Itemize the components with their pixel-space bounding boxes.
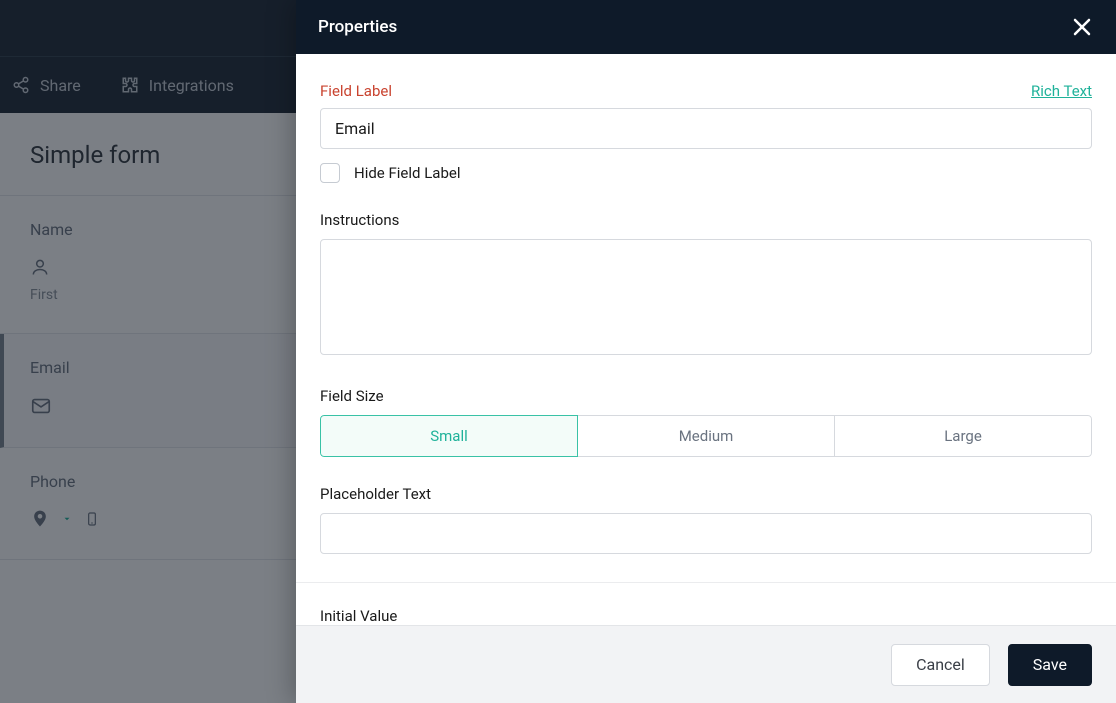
placeholder-label: Placeholder Text bbox=[320, 485, 1092, 503]
size-medium[interactable]: Medium bbox=[577, 415, 835, 457]
size-small[interactable]: Small bbox=[320, 415, 578, 457]
hide-label-checkbox[interactable] bbox=[320, 163, 340, 183]
instructions-label: Instructions bbox=[320, 211, 1092, 229]
initial-value-label: Initial Value bbox=[320, 607, 1092, 625]
cancel-button[interactable]: Cancel bbox=[891, 644, 990, 686]
placeholder-input[interactable] bbox=[320, 513, 1092, 554]
hide-label-text: Hide Field Label bbox=[354, 164, 460, 182]
field-label-heading: Field Label bbox=[320, 82, 392, 100]
panel-footer: Cancel Save bbox=[296, 625, 1116, 703]
field-size-group: Small Medium Large bbox=[320, 415, 1092, 457]
instructions-input[interactable] bbox=[320, 239, 1092, 355]
save-button[interactable]: Save bbox=[1008, 644, 1092, 686]
panel-body: Field Label Rich Text Hide Field Label I… bbox=[296, 54, 1116, 625]
size-large[interactable]: Large bbox=[834, 415, 1092, 457]
panel-title: Properties bbox=[318, 17, 397, 37]
field-size-label: Field Size bbox=[320, 387, 1092, 405]
properties-panel: Properties Field Label Rich Text Hide Fi… bbox=[296, 0, 1116, 703]
panel-header: Properties bbox=[296, 0, 1116, 54]
rich-text-link[interactable]: Rich Text bbox=[1031, 82, 1092, 100]
field-label-input[interactable] bbox=[320, 108, 1092, 149]
close-icon[interactable] bbox=[1070, 15, 1094, 39]
